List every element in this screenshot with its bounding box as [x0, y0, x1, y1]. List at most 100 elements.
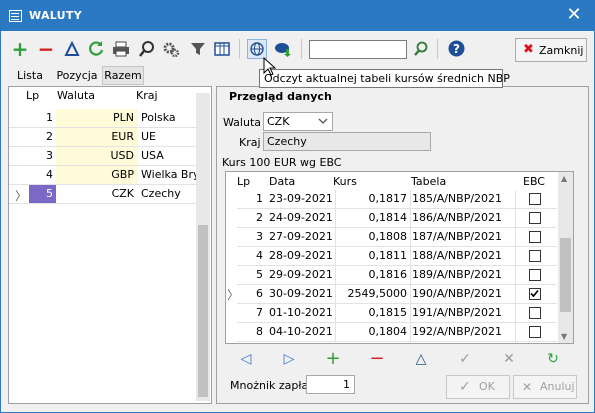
rates-row[interactable]: 3 27-09-2021 0,1808 187/A/NBP/2021	[237, 228, 557, 247]
ebc-checkbox[interactable]	[529, 193, 541, 205]
ebc-checkbox[interactable]	[529, 212, 541, 224]
row-divider	[9, 203, 197, 204]
scroll-down-icon[interactable]: ▼	[561, 332, 567, 341]
nav-insert-icon[interactable]: +	[324, 350, 342, 368]
rate-caption: Kurs 100 EUR wg EBC	[222, 156, 342, 169]
rate-lp: 7	[256, 306, 263, 319]
rates-header-lp: Lp	[237, 175, 251, 188]
rates-row[interactable]: 1 23-09-2021 0,1817 185/A/NBP/2021	[237, 190, 557, 209]
nav-next-icon[interactable]: ▷	[280, 350, 298, 368]
close-button[interactable]: ✖ Zamknij	[515, 38, 587, 62]
row-lp: 3	[46, 149, 53, 162]
rate-lp: 3	[256, 230, 263, 243]
column-divider	[410, 304, 411, 323]
rate-value: 0,1817	[368, 192, 408, 205]
ebc-checkbox[interactable]	[529, 231, 541, 243]
nav-refresh-icon[interactable]: ↻	[544, 350, 562, 368]
currency-select[interactable]: CZK	[263, 112, 333, 131]
currency-row[interactable]: 2 EUR UE	[9, 128, 197, 147]
row-country: Wielka Brytania	[141, 168, 196, 181]
tooltip: Odczyt aktualnej tabeli kursów średnich …	[259, 69, 510, 88]
list-scrollbar-thumb[interactable]	[198, 225, 208, 397]
help-icon[interactable]: ?	[446, 39, 466, 59]
minus-icon[interactable]: −	[36, 39, 56, 59]
rates-row[interactable]: 5 29-09-2021 0,1816 189/A/NBP/2021	[237, 266, 557, 285]
row-code: USD	[110, 149, 134, 162]
tab-lista[interactable]: Lista	[9, 66, 51, 85]
globe-icon[interactable]	[247, 39, 267, 59]
rate-value: 0,1815	[368, 306, 408, 319]
filter-icon[interactable]	[188, 39, 208, 59]
search-input[interactable]	[309, 40, 407, 59]
row-country: UE	[141, 130, 157, 143]
currency-select-value: CZK	[267, 115, 290, 128]
column-divider	[335, 247, 336, 266]
multiplier-input[interactable]: 1	[306, 375, 355, 394]
row-lp: 5	[29, 185, 56, 203]
column-divider	[515, 247, 516, 266]
tab-razem[interactable]: Razem	[102, 66, 144, 85]
rates-row-current[interactable]: 〉 6 30-09-2021 2549,5000 190/A/NBP/2021	[227, 285, 557, 304]
nav-prior-icon[interactable]: ◁	[237, 350, 255, 368]
column-divider	[515, 228, 516, 247]
column-divider	[335, 209, 336, 228]
rate-table: 191/A/NBP/2021	[412, 306, 503, 319]
nav-cancel-icon[interactable]: ✕	[500, 350, 518, 368]
column-divider	[410, 228, 411, 247]
rates-header-ebc: EBC	[523, 175, 545, 188]
tab-pozycja[interactable]: Pozycja	[53, 66, 101, 85]
title-bar: WALUTY ✕	[1, 1, 594, 31]
close-window-button[interactable]: ✕	[564, 5, 584, 25]
currency-row[interactable]: 1 PLN Polska	[9, 109, 197, 128]
rate-table: 188/A/NBP/2021	[412, 249, 503, 262]
nav-delete-icon[interactable]: −	[368, 350, 386, 368]
plus-icon[interactable]: +	[10, 39, 30, 59]
rate-table: 187/A/NBP/2021	[412, 230, 503, 243]
row-lp: 4	[46, 168, 53, 181]
column-divider	[515, 266, 516, 285]
column-divider	[515, 190, 516, 209]
rates-scrollbar[interactable]: ▲ ▼	[558, 172, 573, 343]
cloud-download-icon[interactable]	[273, 39, 293, 59]
rate-value: 0,1816	[368, 268, 408, 281]
rates-row[interactable]: 7 01-10-2021 0,1815 191/A/NBP/2021	[237, 304, 557, 323]
column-divider	[515, 209, 516, 228]
row-country: Czechy	[141, 187, 181, 200]
printer-icon[interactable]	[111, 39, 131, 59]
scroll-up-icon[interactable]: ▲	[561, 174, 567, 183]
cancel-button[interactable]: ✕ Anuluj	[513, 375, 577, 399]
svg-text:?: ?	[453, 42, 460, 56]
currency-row[interactable]: 3 USD USA	[9, 147, 197, 166]
column-divider	[335, 285, 336, 304]
nav-edit-icon[interactable]: △	[412, 350, 430, 368]
search-go-icon[interactable]	[411, 39, 431, 59]
rates-row[interactable]: 8 04-10-2021 0,1804 192/A/NBP/2021	[237, 323, 557, 342]
currency-row-selected[interactable]: 〉 5 CZK Czechy	[9, 185, 197, 204]
refresh-icon[interactable]	[86, 39, 106, 59]
header-currency: Waluta	[57, 89, 95, 102]
columns-icon[interactable]	[212, 39, 232, 59]
list-scrollbar[interactable]	[196, 93, 210, 401]
row-lp: 1	[46, 111, 53, 124]
rates-row[interactable]: 2 24-09-2021 0,1814 186/A/NBP/2021	[237, 209, 557, 228]
gears-icon[interactable]	[161, 39, 181, 59]
rates-row[interactable]: 4 28-09-2021 0,1811 188/A/NBP/2021	[237, 247, 557, 266]
search-icon[interactable]	[137, 39, 157, 59]
toolbar-separator	[301, 39, 302, 59]
column-divider	[335, 323, 336, 342]
ebc-checkbox-checked[interactable]	[529, 288, 541, 300]
ebc-checkbox[interactable]	[529, 250, 541, 262]
rate-date: 30-09-2021	[269, 287, 333, 300]
rate-date: 01-10-2021	[269, 306, 333, 319]
column-divider	[335, 266, 336, 285]
row-country: Polska	[141, 111, 176, 124]
ebc-checkbox[interactable]	[529, 269, 541, 281]
nav-post-icon[interactable]: ✓	[456, 350, 474, 368]
currency-row[interactable]: 4 GBP Wielka Brytania	[9, 166, 197, 185]
rates-scrollbar-thumb[interactable]	[560, 238, 571, 312]
ebc-checkbox[interactable]	[529, 326, 541, 338]
triangle-icon[interactable]	[62, 39, 82, 59]
ebc-checkbox[interactable]	[529, 307, 541, 319]
ok-button[interactable]: ✓ OK	[446, 375, 510, 399]
currency-label: Waluta	[223, 116, 261, 129]
